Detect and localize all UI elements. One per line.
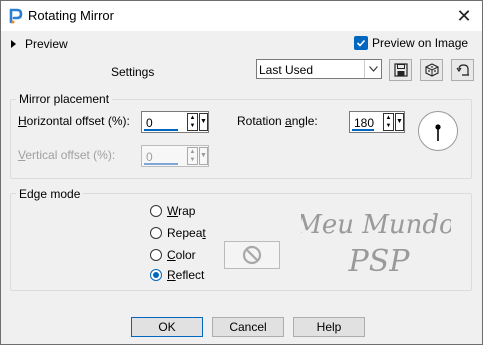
ok-button[interactable]: OK [131, 317, 203, 337]
app-logo-icon [8, 8, 24, 24]
rotation-angle-dial[interactable] [418, 111, 458, 151]
rotation-angle-stepper[interactable]: 180 ▲ ▼ ▼ [349, 111, 405, 133]
preview-toggle[interactable]: Preview [11, 37, 68, 51]
dialog-window: Rotating Mirror ✕ Preview Preview on Ima… [0, 0, 483, 345]
close-button[interactable]: ✕ [446, 1, 482, 31]
settings-label: Settings [111, 65, 155, 79]
edge-mode-wrap-radio[interactable]: Wrap [150, 204, 195, 218]
watermark-line1: Meu Mundo [301, 210, 451, 240]
preset-value: Last Used [259, 63, 314, 77]
edge-mode-reflect-radio[interactable]: Reflect [150, 268, 204, 282]
preview-label: Preview [25, 37, 68, 51]
expand-triangle-icon [11, 40, 16, 48]
save-preset-button[interactable] [389, 59, 412, 81]
repeat-label: Repeat [167, 226, 206, 240]
vertical-offset-value: 0 [146, 150, 153, 164]
preview-on-image-checkbox[interactable]: Preview on Image [354, 36, 468, 50]
help-button[interactable]: Help [293, 317, 365, 337]
edge-mode-color-radio[interactable]: Color [150, 248, 196, 262]
mirror-placement-title: Mirror placement [16, 92, 113, 106]
wrap-label: Wrap [167, 204, 196, 218]
random-preset-button[interactable] [420, 59, 443, 81]
chevron-down-icon [364, 60, 381, 78]
dropdown-arrow-icon: ▼ [199, 147, 208, 165]
reflect-label: Reflect [167, 268, 205, 282]
horizontal-offset-stepper[interactable]: 0 ▲ ▼ ▼ [141, 111, 209, 133]
spin-arrows-icon: ▲ ▼ [187, 147, 198, 165]
rotation-angle-value: 180 [354, 116, 375, 130]
cancel-button[interactable]: Cancel [212, 317, 284, 337]
reset-preset-button[interactable] [451, 59, 474, 81]
help-label: Help [316, 320, 342, 334]
dial-pointer-icon [435, 124, 441, 141]
preview-on-image-label: Preview on Image [372, 36, 469, 50]
horizontal-offset-label: Horizontal offset (%): [18, 114, 130, 128]
prohibited-icon [242, 245, 262, 265]
title-bar: Rotating Mirror ✕ [1, 1, 482, 31]
watermark-logo: Meu Mundo PSP [301, 210, 451, 279]
cancel-label: Cancel [229, 320, 267, 334]
preset-select[interactable]: Last Used [256, 59, 382, 79]
dropdown-arrow-icon[interactable]: ▼ [395, 113, 404, 131]
vertical-offset-stepper: 0 ▲ ▼ ▼ [141, 145, 209, 167]
horizontal-offset-value: 0 [146, 116, 153, 130]
dice-icon [424, 63, 439, 77]
close-icon: ✕ [456, 5, 472, 26]
edge-color-swatch [224, 241, 280, 269]
ok-label: OK [158, 320, 176, 334]
rotation-angle-label: Rotation angle: [237, 114, 318, 128]
reset-icon [456, 64, 469, 76]
window-title: Rotating Mirror [28, 8, 114, 23]
vertical-offset-label: Vertical offset (%): [18, 148, 116, 162]
spin-arrows-icon[interactable]: ▲ ▼ [187, 113, 198, 131]
edge-mode-title: Edge mode [16, 187, 84, 201]
dropdown-arrow-icon[interactable]: ▼ [199, 113, 208, 131]
spin-arrows-icon[interactable]: ▲ ▼ [383, 113, 394, 131]
watermark-line2: PSP [348, 244, 411, 279]
color-label: Color [167, 248, 196, 262]
save-icon [393, 63, 408, 77]
edge-mode-repeat-radio[interactable]: Repeat [150, 226, 206, 240]
checkmark-icon [354, 36, 368, 50]
